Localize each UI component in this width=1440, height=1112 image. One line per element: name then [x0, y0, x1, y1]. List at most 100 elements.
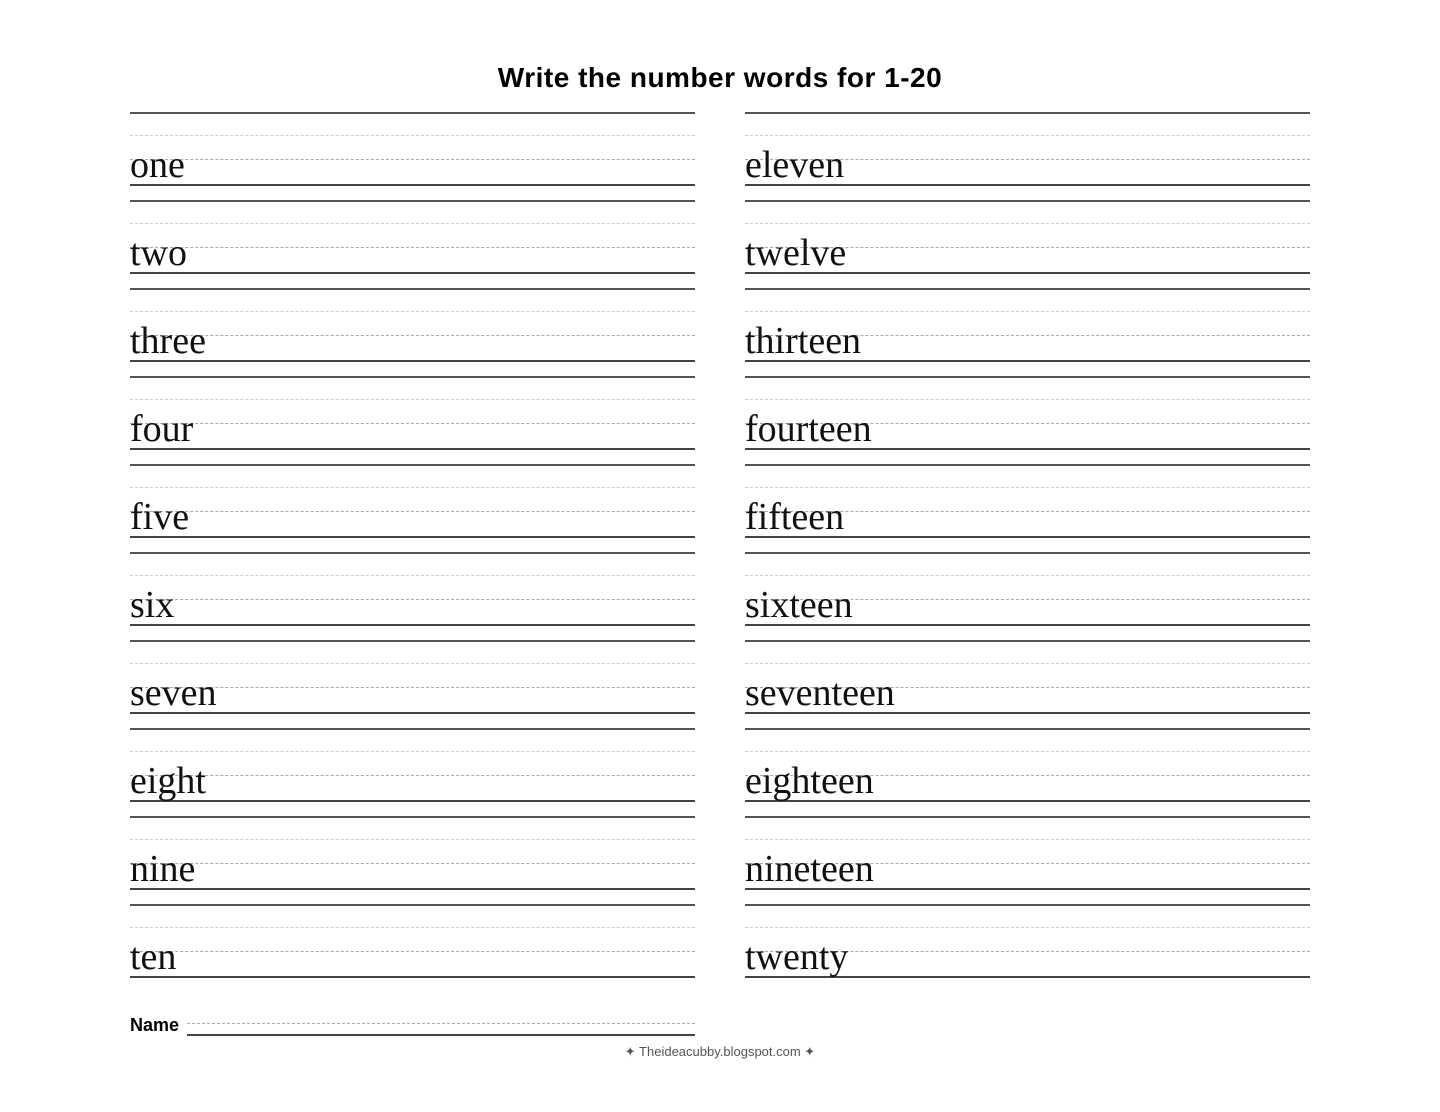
writing-line-base — [130, 448, 695, 450]
writing-line-top — [130, 575, 695, 576]
writing-line-top — [745, 839, 1310, 840]
writing-area[interactable]: six — [130, 554, 695, 640]
writing-line-base — [130, 360, 695, 362]
writing-area[interactable]: twelve — [745, 202, 1310, 288]
writing-line-top — [130, 311, 695, 312]
writing-line-mid — [130, 775, 695, 776]
word-entry-nineteen: nineteen — [745, 816, 1310, 904]
writing-line-top — [130, 663, 695, 664]
page-title: Write the number words for 1-20 — [130, 62, 1310, 94]
writing-line-top — [745, 927, 1310, 928]
writing-line-top — [745, 311, 1310, 312]
writing-area[interactable]: nineteen — [745, 818, 1310, 904]
writing-area[interactable]: eight — [130, 730, 695, 816]
writing-line-top — [130, 927, 695, 928]
writing-line-top — [745, 751, 1310, 752]
word-label-nine: nine — [130, 850, 195, 888]
writing-line-top — [130, 399, 695, 400]
writing-line-mid — [130, 951, 695, 952]
writing-area[interactable]: seventeen — [745, 642, 1310, 728]
word-entry-six: six — [130, 552, 695, 640]
word-entry-twenty: twenty — [745, 904, 1310, 992]
word-label-eighteen: eighteen — [745, 762, 874, 800]
writing-line-base — [130, 184, 695, 186]
writing-line-top — [745, 487, 1310, 488]
writing-line-mid — [130, 599, 695, 600]
left-column: one two three four five six seveneight nine ten — [130, 112, 695, 992]
writing-line-base — [130, 800, 695, 802]
word-entry-eight: eight — [130, 728, 695, 816]
writing-line-base — [130, 272, 695, 274]
worksheet: Write the number words for 1-20 one two th… — [90, 32, 1350, 1080]
writing-line-top — [745, 135, 1310, 136]
writing-line-mid — [130, 863, 695, 864]
writing-line-top — [130, 751, 695, 752]
writing-line-top — [745, 575, 1310, 576]
word-entry-five: five — [130, 464, 695, 552]
name-label: Name — [130, 1015, 179, 1036]
writing-area[interactable]: one — [130, 114, 695, 200]
word-label-four: four — [130, 410, 193, 448]
word-label-seventeen: seventeen — [745, 674, 895, 712]
writing-area[interactable]: two — [130, 202, 695, 288]
word-entry-twelve: twelve — [745, 200, 1310, 288]
writing-area[interactable]: seven — [130, 642, 695, 728]
writing-line-base — [130, 888, 695, 890]
writing-area[interactable]: twenty — [745, 906, 1310, 992]
writing-line-base — [130, 976, 695, 978]
word-entry-two: two — [130, 200, 695, 288]
writing-line-mid — [130, 511, 695, 512]
word-label-six: six — [130, 586, 174, 624]
word-entry-seven: seven — [130, 640, 695, 728]
writing-line-top — [745, 663, 1310, 664]
writing-area[interactable]: eleven — [745, 114, 1310, 200]
right-column: eleven twelve thirteen fourteen fifteen sixte… — [745, 112, 1310, 992]
writing-line-top — [745, 399, 1310, 400]
footer-text: ✦ Theideacubby.blogspot.com ✦ — [130, 1044, 1310, 1060]
word-entry-fourteen: fourteen — [745, 376, 1310, 464]
writing-line-top — [745, 223, 1310, 224]
word-label-twenty: twenty — [745, 938, 848, 976]
writing-line-base — [130, 624, 695, 626]
word-label-nineteen: nineteen — [745, 850, 874, 888]
writing-line-mid — [130, 159, 695, 160]
word-label-sixteen: sixteen — [745, 586, 853, 624]
name-spacer — [745, 1002, 1310, 1036]
word-label-eleven: eleven — [745, 146, 844, 184]
word-entry-eighteen: eighteen — [745, 728, 1310, 816]
word-label-twelve: twelve — [745, 234, 846, 272]
word-label-fifteen: fifteen — [745, 498, 844, 536]
writing-line-mid — [130, 247, 695, 248]
word-entry-one: one — [130, 112, 695, 200]
writing-line-mid — [130, 423, 695, 424]
word-entry-three: three — [130, 288, 695, 376]
word-label-three: three — [130, 322, 206, 360]
writing-area[interactable]: five — [130, 466, 695, 552]
word-entry-four: four — [130, 376, 695, 464]
writing-area[interactable]: nine — [130, 818, 695, 904]
writing-line-base — [130, 536, 695, 538]
writing-line-mid — [130, 335, 695, 336]
word-entry-thirteen: thirteen — [745, 288, 1310, 376]
word-label-fourteen: fourteen — [745, 410, 872, 448]
writing-line-top — [130, 135, 695, 136]
writing-line-top — [130, 223, 695, 224]
word-label-five: five — [130, 498, 189, 536]
writing-area[interactable]: eighteen — [745, 730, 1310, 816]
writing-area[interactable]: thirteen — [745, 290, 1310, 376]
word-entry-eleven: eleven — [745, 112, 1310, 200]
word-label-two: two — [130, 234, 187, 272]
word-entry-fifteen: fifteen — [745, 464, 1310, 552]
writing-area[interactable]: four — [130, 378, 695, 464]
word-entry-sixteen: sixteen — [745, 552, 1310, 640]
word-label-one: one — [130, 146, 185, 184]
name-row: Name — [130, 1002, 695, 1036]
writing-area[interactable]: ten — [130, 906, 695, 992]
writing-line-top — [130, 839, 695, 840]
word-label-ten: ten — [130, 938, 176, 976]
writing-area[interactable]: fifteen — [745, 466, 1310, 552]
writing-area[interactable]: sixteen — [745, 554, 1310, 640]
writing-area[interactable]: three — [130, 290, 695, 376]
word-entry-nine: nine — [130, 816, 695, 904]
writing-area[interactable]: fourteen — [745, 378, 1310, 464]
